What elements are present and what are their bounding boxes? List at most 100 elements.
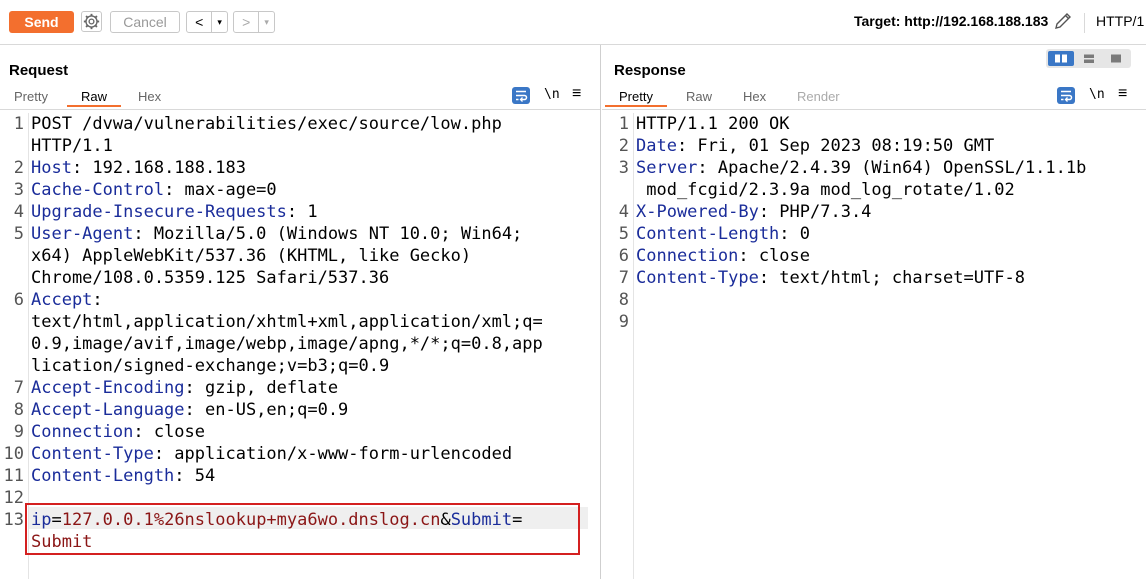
request-wrap-toggle[interactable] xyxy=(512,87,530,104)
line-content: Accept: xyxy=(31,289,103,311)
request-editor[interactable]: 1 POST /dvwa/vulnerabilities/exec/source/… xyxy=(0,113,600,579)
line-content: Content-Length: 54 xyxy=(31,465,215,487)
code-text: : max-age=0 xyxy=(164,180,277,200)
code-text: : 0 xyxy=(779,224,811,244)
code-text: POST /dvwa/vulnerabilities/exec/source/l… xyxy=(31,114,502,134)
header-name: Content-Length xyxy=(31,466,175,486)
line-number: 5 xyxy=(13,224,24,244)
layout-side-by-side-button[interactable] xyxy=(1048,51,1074,66)
code-text: : gzip, deflate xyxy=(184,378,339,398)
request-tab-hex[interactable]: Hex xyxy=(138,89,161,104)
line-content: Chrome/108.0.5359.125 Safari/537.36 xyxy=(31,267,389,289)
code-text: : Fri, 01 Sep 2023 08:19:50 GMT xyxy=(676,136,995,156)
forward-button[interactable]: > xyxy=(234,12,260,32)
history-forward-group: > ▾ xyxy=(233,11,275,33)
line-content: Date: Fri, 01 Sep 2023 08:19:50 GMT xyxy=(636,135,994,157)
line-content: Cache-Control: max-age=0 xyxy=(31,179,277,201)
target-label: Target: http://192.168.188.183 xyxy=(854,13,1049,29)
line-content: Upgrade-Insecure-Requests: 1 xyxy=(31,201,318,223)
line-number: 2 xyxy=(13,158,24,178)
code-text: Chrome/108.0.5359.125 Safari/537.36 xyxy=(31,268,390,288)
line-number: 13 xyxy=(3,510,24,530)
request-tab-pretty[interactable]: Pretty xyxy=(14,89,48,104)
line-content: HTTP/1.1 xyxy=(31,135,113,157)
line-content: 0.9,image/avif,image/webp,image/apng,*/*… xyxy=(31,333,543,355)
rows-icon xyxy=(1084,54,1094,63)
response-title: Response xyxy=(614,62,686,79)
layout-tabs-button[interactable] xyxy=(1103,51,1129,66)
response-wrap-toggle[interactable] xyxy=(1057,87,1075,104)
response-menu-icon[interactable]: ≡ xyxy=(1118,85,1127,103)
code-text: mod_fcgid/2.3.9a mod_log_rotate/1.02 xyxy=(636,180,1015,200)
cancel-button[interactable]: Cancel xyxy=(110,11,180,33)
line-number: 3 xyxy=(13,180,24,200)
http-version-selector[interactable]: HTTP/1 xyxy=(1084,13,1144,33)
request-title: Request xyxy=(9,62,69,79)
request-tab-raw[interactable]: Raw xyxy=(67,89,122,107)
wrap-lines-icon xyxy=(516,90,528,102)
line-number: 6 xyxy=(618,246,629,266)
header-name: Content-Type xyxy=(31,444,154,464)
line-number: 3 xyxy=(618,158,629,178)
send-button[interactable]: Send xyxy=(9,11,74,33)
code-text: 0.9,image/avif,image/webp,image/apng,*/*… xyxy=(31,334,543,354)
code-text: : 192.168.188.183 xyxy=(71,158,246,178)
header-name: Host xyxy=(31,158,72,178)
line-content: text/html,application/xhtml+xml,applicat… xyxy=(31,311,543,333)
layout-stacked-button[interactable] xyxy=(1076,51,1102,66)
request-tabs-divider xyxy=(0,109,600,110)
response-tab-render[interactable]: Render xyxy=(797,89,840,104)
columns-icon xyxy=(1055,54,1067,63)
line-number: 12 xyxy=(3,488,24,508)
settings-button[interactable] xyxy=(81,11,102,32)
response-gutter xyxy=(633,113,634,579)
code-text: : close xyxy=(738,246,811,266)
code-text: : PHP/7.3.4 xyxy=(758,202,872,222)
payload-highlight-box xyxy=(25,503,580,555)
line-number: 10 xyxy=(3,444,24,464)
code-text: : en-US,en;q=0.9 xyxy=(184,400,349,420)
code-text: HTTP/1.1 200 OK xyxy=(636,114,790,134)
line-number: 7 xyxy=(13,378,24,398)
forward-history-dropdown[interactable]: ▾ xyxy=(259,12,274,32)
header-name: Accept xyxy=(31,290,93,310)
line-content: Accept-Language: en-US,en;q=0.9 xyxy=(31,399,348,421)
line-content: User-Agent: Mozilla/5.0 (Windows NT 10.0… xyxy=(31,223,522,245)
response-tab-raw[interactable]: Raw xyxy=(686,89,712,104)
code-text: : xyxy=(92,290,103,310)
back-button[interactable]: < xyxy=(187,12,213,32)
header-name: Cache-Control xyxy=(31,180,165,200)
header-name: Connection xyxy=(636,246,739,266)
response-pane: Response Pretty Raw Hex Render \n ≡ 1 HTT… xyxy=(602,45,1146,579)
line-number: 5 xyxy=(618,224,629,244)
wrap-lines-icon xyxy=(1061,90,1073,102)
gear-icon xyxy=(83,13,100,30)
line-number: 9 xyxy=(13,422,24,442)
header-name: Accept-Language xyxy=(31,400,185,420)
request-menu-icon[interactable]: ≡ xyxy=(572,85,581,103)
request-show-newlines-toggle[interactable]: \n xyxy=(544,87,560,102)
header-name: Content-Type xyxy=(636,268,759,288)
code-text: : application/x-www-form-urlencoded xyxy=(153,444,513,464)
line-content: Connection: close xyxy=(636,245,810,267)
code-text: text/html,application/xhtml+xml,applicat… xyxy=(31,312,543,332)
request-pane: Request Pretty Raw Hex \n ≡ 1 POST /dvwa/… xyxy=(0,45,601,579)
code-text: lication/signed-exchange;v=b3;q=0.9 xyxy=(31,356,390,376)
response-show-newlines-toggle[interactable]: \n xyxy=(1089,87,1105,102)
back-history-dropdown[interactable]: ▾ xyxy=(212,12,227,32)
code-text: HTTP/1.1 xyxy=(31,136,113,156)
response-tab-pretty[interactable]: Pretty xyxy=(605,89,667,107)
line-number: 7 xyxy=(618,268,629,288)
line-number: 11 xyxy=(3,466,24,486)
line-content: lication/signed-exchange;v=b3;q=0.9 xyxy=(31,355,389,377)
code-text: : text/html; charset=UTF-8 xyxy=(758,268,1025,288)
response-editor[interactable]: 1 HTTP/1.1 200 OK 2 Date: Fri, 01 Sep 2023 … xyxy=(602,113,1146,579)
line-number: 6 xyxy=(13,290,24,310)
line-number: 4 xyxy=(618,202,629,222)
line-content: POST /dvwa/vulnerabilities/exec/source/l… xyxy=(31,113,502,135)
layout-toggle-group xyxy=(1046,49,1131,68)
header-name: Content-Length xyxy=(636,224,780,244)
response-tab-hex[interactable]: Hex xyxy=(743,89,766,104)
edit-target-button[interactable] xyxy=(1053,11,1073,36)
line-number: 4 xyxy=(13,202,24,222)
